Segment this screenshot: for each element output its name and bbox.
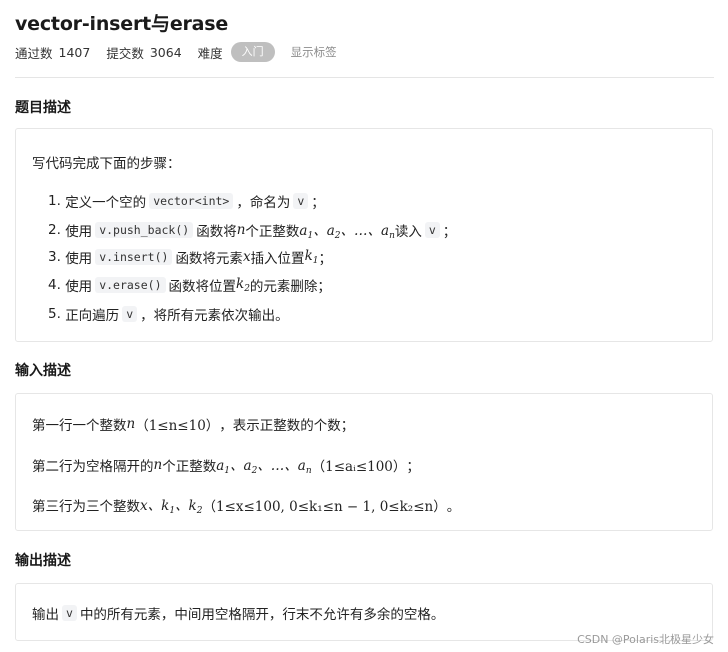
submit-count: 3064 bbox=[149, 44, 182, 60]
math-sequence: a1、a2、…、an bbox=[299, 223, 395, 241]
description-box: 写代码完成下面的步骤： 1. 定义一个空的 vector<int> ，命名为 v… bbox=[15, 128, 713, 342]
watermark: CSDN @Polaris北极星少女 bbox=[577, 633, 714, 646]
pass-count: 1407 bbox=[58, 44, 91, 60]
code-vector-int: vector<int> bbox=[149, 193, 234, 209]
header-divider bbox=[15, 77, 714, 78]
description-heading: 题目描述 bbox=[15, 100, 71, 116]
step-5: 5. 正向遍历 v ，将所有元素依次输出。 bbox=[48, 306, 289, 324]
input-box: 第一行一个整数 n （1≤n≤10） ，表示正整数的个数； 第二行为空格隔开的 … bbox=[15, 393, 713, 531]
problem-meta: 通过数 1407 提交数 3064 难度 入门 显示标签 bbox=[15, 40, 337, 64]
math-n: n bbox=[236, 222, 246, 238]
input-line-3: 第三行为三个整数 x、k1、k2 （1≤x≤100, 0≤k₁≤n − 1, 0… bbox=[32, 498, 461, 516]
step-1: 1. 定义一个空的 vector<int> ，命名为 v ； bbox=[48, 193, 325, 211]
show-tags-link[interactable]: 显示标签 bbox=[291, 44, 337, 60]
description-intro: 写代码完成下面的步骤： bbox=[32, 156, 181, 172]
code-v: v bbox=[122, 306, 138, 322]
problem-title: vector-insert与erase bbox=[15, 13, 229, 35]
code-v: v bbox=[62, 605, 77, 621]
code-v: v bbox=[293, 193, 309, 209]
output-heading: 输出描述 bbox=[15, 553, 71, 569]
code-push-back: v.push_back() bbox=[95, 222, 194, 238]
output-line: 输出 v 中的所有元素，中间用空格隔开，行末不允许有多余的空格。 bbox=[32, 605, 445, 623]
input-heading: 输入描述 bbox=[15, 363, 71, 379]
code-insert: v.insert() bbox=[95, 249, 173, 265]
code-v: v bbox=[424, 222, 440, 238]
code-erase: v.erase() bbox=[95, 277, 166, 293]
pass-label: 通过数 bbox=[15, 45, 53, 61]
submit-label: 提交数 bbox=[106, 45, 144, 61]
input-line-2: 第二行为空格隔开的 n 个正整数 a1、a2、…、an （1≤aᵢ≤100） ； bbox=[32, 457, 420, 476]
step-3: 3. 使用 v.insert() 函数将元素 x 插入位置 k1 ； bbox=[48, 248, 332, 267]
step-2: 2. 使用 v.push_back() 函数将 n 个正整数 a1、a2、…、a… bbox=[48, 219, 456, 241]
input-line-1: 第一行一个整数 n （1≤n≤10） ，表示正整数的个数； bbox=[32, 416, 355, 434]
difficulty-badge: 入门 bbox=[230, 42, 275, 62]
step-4: 4. 使用 v.erase() 函数将位置 k2 的元素删除； bbox=[48, 276, 331, 295]
difficulty-label: 难度 bbox=[197, 45, 223, 61]
